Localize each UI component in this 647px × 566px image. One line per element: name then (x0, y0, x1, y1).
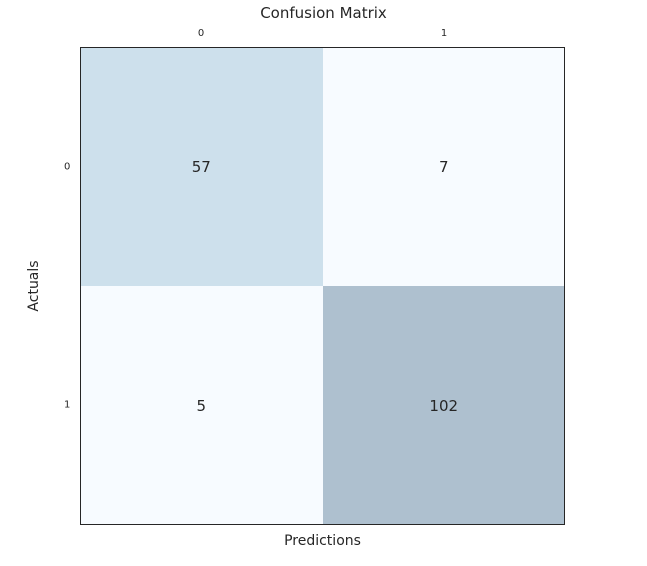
y-tick-0: 0 (64, 162, 70, 173)
y-axis-label: Actuals (26, 260, 42, 311)
cell-actual-1-pred-0: 5 (80, 286, 323, 525)
x-tick-1: 1 (441, 28, 447, 39)
cell-actual-0-pred-1: 7 (323, 47, 566, 286)
confusion-matrix-figure: Confusion Matrix 0 1 0 1 Actuals 57 7 5 … (0, 0, 647, 566)
cell-actual-0-pred-0: 57 (80, 47, 323, 286)
heatmap-grid: 57 7 5 102 (80, 47, 565, 525)
x-axis-label: Predictions (80, 533, 565, 549)
cell-actual-1-pred-1: 102 (323, 286, 566, 525)
x-tick-0: 0 (198, 28, 204, 39)
plot-area: 57 7 5 102 (80, 47, 565, 525)
chart-title: Confusion Matrix (0, 4, 647, 22)
y-tick-1: 1 (64, 400, 70, 411)
